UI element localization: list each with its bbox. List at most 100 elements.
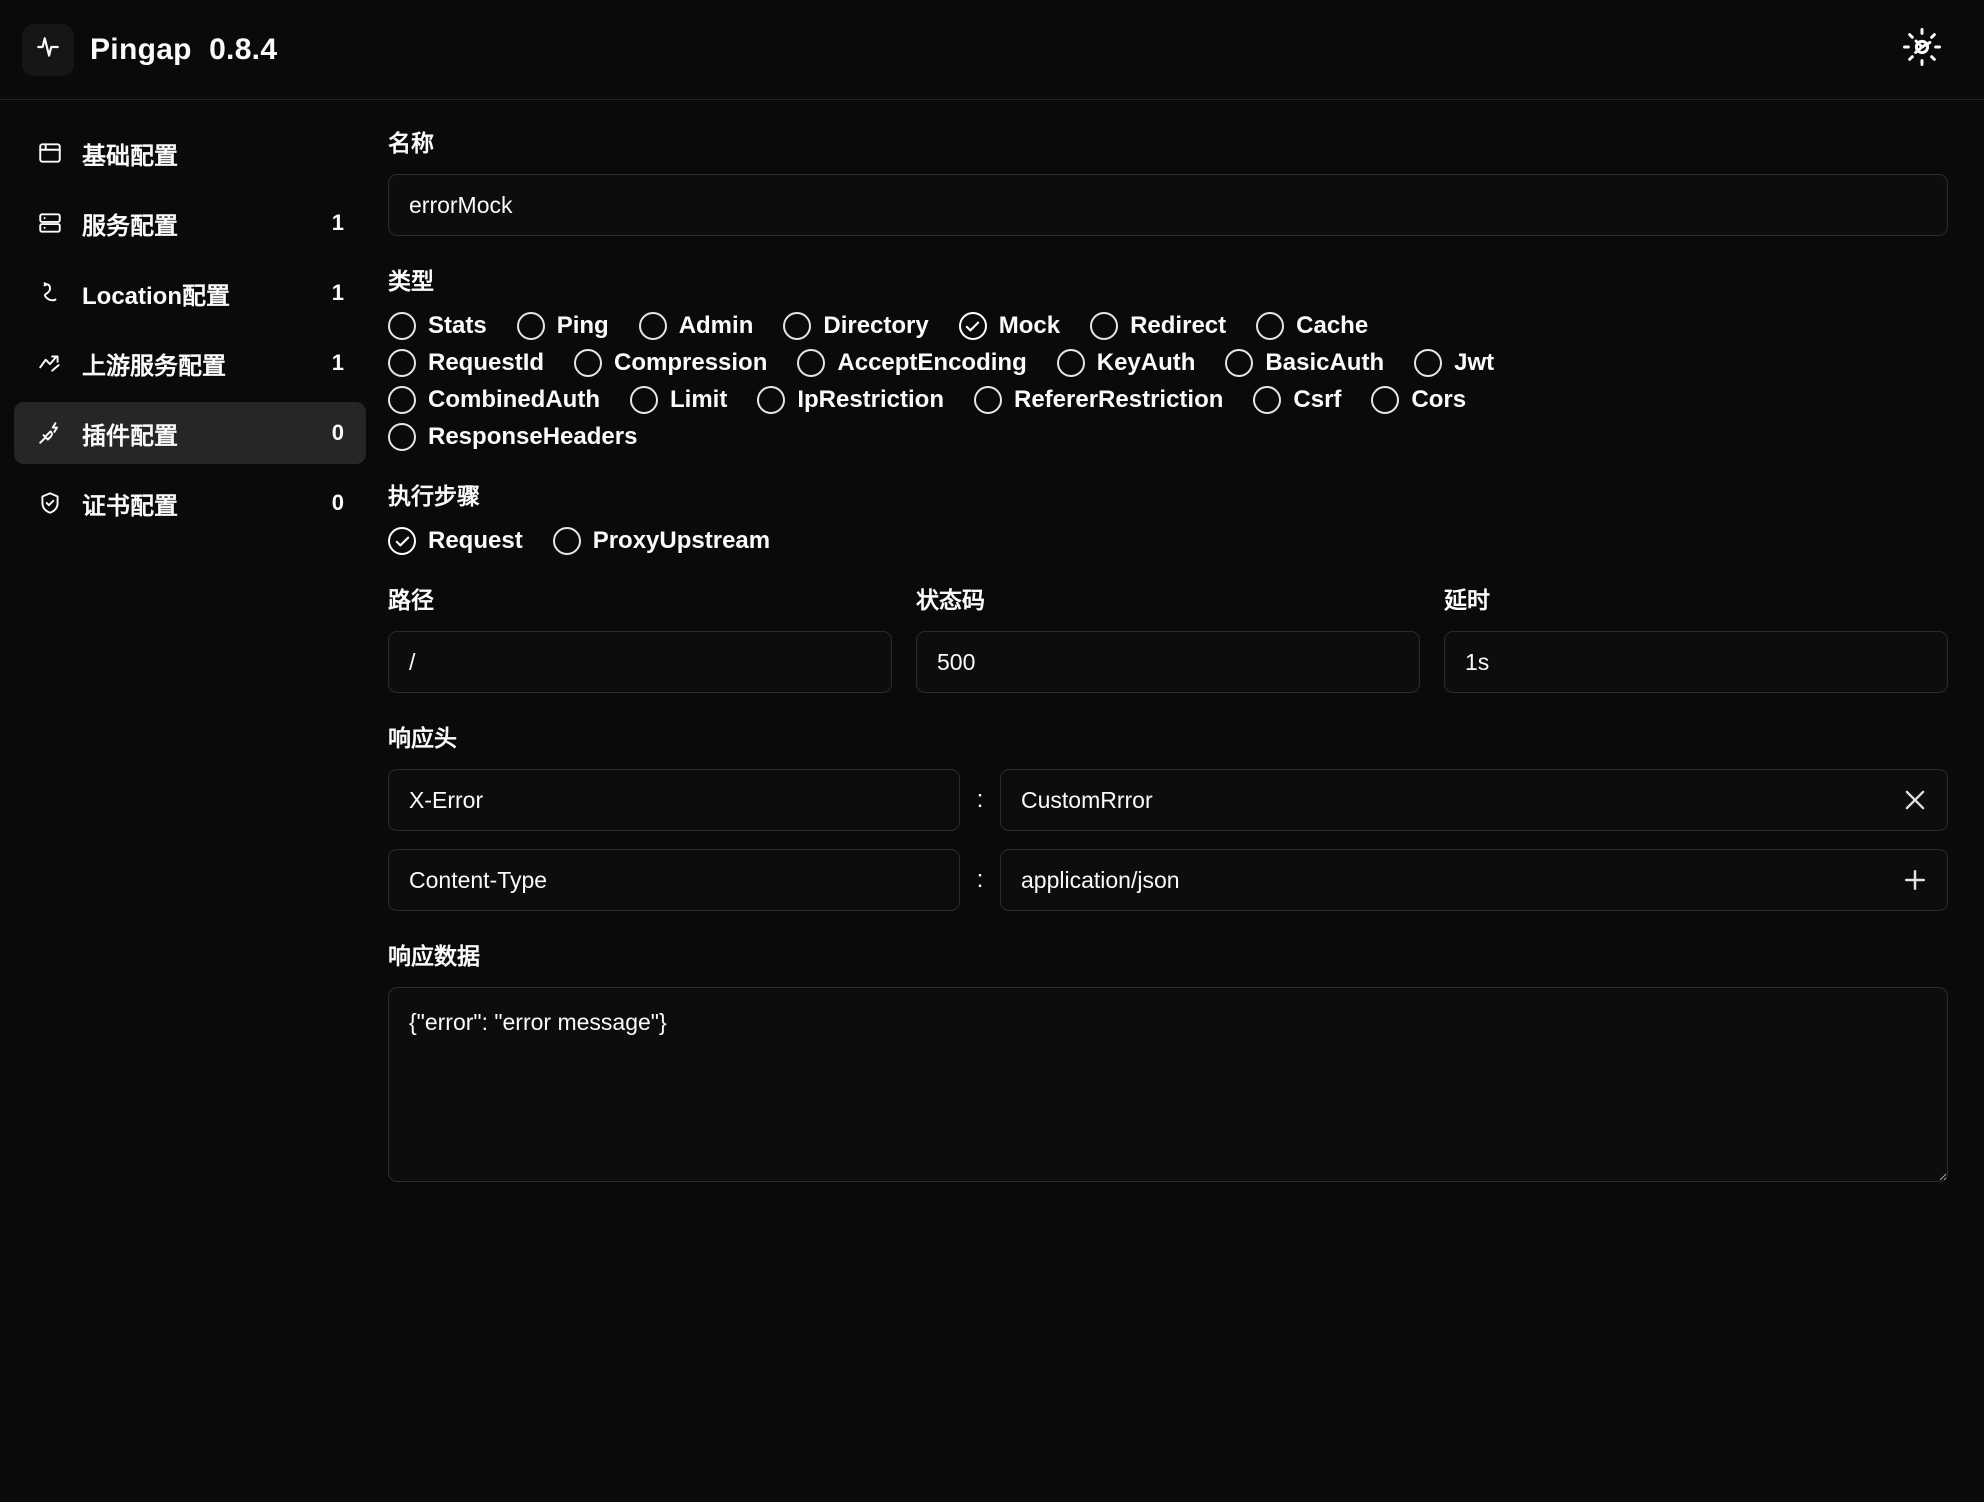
response-data-label: 响应数据	[388, 943, 480, 969]
delay-label: 延时	[1444, 587, 1490, 613]
radio-circle-icon	[638, 312, 667, 340]
step-option-label: Request	[428, 527, 523, 554]
sidebar-item-upstream-config[interactable]: 上游服务配置 1	[14, 332, 366, 394]
response-data-textarea[interactable]	[388, 987, 1948, 1182]
name-field-group: 名称	[388, 124, 1948, 236]
server-icon	[36, 209, 64, 237]
step-option-request[interactable]: Request	[388, 527, 523, 555]
step-radio-group: Request ProxyUpstream	[388, 527, 1948, 555]
type-option-compression[interactable]: Compression	[574, 349, 767, 377]
header-key-input[interactable]	[388, 769, 960, 831]
type-option-acceptencoding[interactable]: AcceptEncoding	[797, 349, 1027, 377]
response-headers-label: 响应头	[388, 725, 457, 751]
type-option-label: Cache	[1296, 312, 1369, 339]
header-value-input[interactable]	[1000, 769, 1948, 831]
app-header: Pingap 0.8.4	[0, 0, 1984, 100]
type-option-keyauth[interactable]: KeyAuth	[1056, 349, 1195, 377]
status-label: 状态码	[916, 587, 985, 613]
name-label: 名称	[388, 130, 434, 156]
header-separator: :	[976, 866, 984, 893]
type-option-combinedauth[interactable]: CombinedAuth	[388, 386, 600, 414]
name-input[interactable]	[388, 174, 1948, 236]
radio-circle-icon	[388, 423, 416, 451]
sidebar-item-location-config[interactable]: Location配置 1	[14, 262, 366, 324]
status-field-group: 状态码	[916, 581, 1420, 693]
sidebar-item-plugin-config[interactable]: 插件配置 0	[14, 402, 366, 464]
type-radio-row: RequestId Compression AcceptEncoding Key…	[388, 349, 1948, 377]
radio-circle-icon	[1090, 312, 1119, 340]
radio-circle-icon	[1256, 312, 1285, 340]
type-option-iprestriction[interactable]: IpRestriction	[757, 386, 944, 414]
type-option-label: AcceptEncoding	[837, 349, 1027, 376]
sidebar-item-label: 服务配置	[82, 212, 178, 240]
step-label: 执行步骤	[388, 483, 480, 509]
sidebar-item-certificate-config[interactable]: 证书配置 0	[14, 472, 366, 534]
trending-up-icon	[36, 349, 64, 377]
type-option-label: CombinedAuth	[428, 386, 600, 413]
sidebar-item-basic-config[interactable]: 基础配置	[14, 122, 366, 184]
sidebar-item-label: 上游服务配置	[82, 352, 226, 380]
app-root: Pingap 0.8.4 基础配置 服务配置 1 Location配置 1 上游…	[0, 0, 1984, 1502]
radio-check-icon	[958, 312, 987, 340]
route-icon	[36, 279, 64, 307]
type-option-label: IpRestriction	[797, 386, 944, 413]
delay-field-group: 延时	[1444, 581, 1948, 693]
header-separator: :	[976, 786, 984, 813]
step-field-group: 执行步骤 Request ProxyUpstream	[388, 477, 1948, 555]
radio-circle-icon	[629, 386, 658, 414]
type-option-label: Redirect	[1130, 312, 1227, 339]
type-option-directory[interactable]: Directory	[783, 312, 929, 340]
type-option-mock[interactable]: Mock	[958, 312, 1060, 340]
delay-input[interactable]	[1444, 631, 1948, 693]
type-radio-group: Stats Ping Admin Directory Mock Redirect…	[388, 312, 1948, 451]
type-option-jwt[interactable]: Jwt	[1414, 349, 1494, 377]
sidebar: 基础配置 服务配置 1 Location配置 1 上游服务配置 1 插件配置 0…	[0, 100, 380, 1502]
type-radio-row: Stats Ping Admin Directory Mock Redirect…	[388, 312, 1948, 340]
type-option-stats[interactable]: Stats	[388, 312, 487, 340]
radio-circle-icon	[516, 312, 545, 340]
type-option-label: Csrf	[1293, 386, 1342, 413]
type-option-redirect[interactable]: Redirect	[1090, 312, 1226, 340]
step-option-proxyupstream[interactable]: ProxyUpstream	[552, 527, 771, 555]
header-key-wrap	[388, 769, 960, 831]
type-radio-row: CombinedAuth Limit IpRestriction Referer…	[388, 386, 1948, 414]
header-key-input[interactable]	[388, 849, 960, 911]
type-option-csrf[interactable]: Csrf	[1253, 386, 1341, 414]
brand: Pingap 0.8.4	[22, 23, 277, 76]
type-radio-row: ResponseHeaders	[388, 423, 1948, 451]
gear-icon	[1901, 26, 1943, 73]
type-option-basicauth[interactable]: BasicAuth	[1225, 349, 1384, 377]
type-option-responseheaders[interactable]: ResponseHeaders	[388, 423, 637, 451]
radio-circle-icon	[797, 349, 826, 377]
radio-circle-icon	[757, 386, 786, 414]
type-option-requestid[interactable]: RequestId	[388, 349, 544, 377]
type-option-admin[interactable]: Admin	[638, 312, 754, 340]
type-option-limit[interactable]: Limit	[629, 386, 727, 414]
sidebar-item-server-config[interactable]: 服务配置 1	[14, 192, 366, 254]
radio-circle-icon	[552, 527, 581, 555]
remove-header-icon[interactable]	[1896, 781, 1934, 819]
settings-button[interactable]	[1896, 24, 1948, 76]
path-input[interactable]	[388, 631, 892, 693]
add-header-icon[interactable]	[1896, 861, 1934, 899]
header-key-wrap	[388, 849, 960, 911]
sidebar-item-count: 1	[331, 210, 344, 235]
app-body: 基础配置 服务配置 1 Location配置 1 上游服务配置 1 插件配置 0…	[0, 100, 1984, 1502]
path-label: 路径	[388, 587, 434, 613]
type-option-ping[interactable]: Ping	[516, 312, 609, 340]
header-value-wrap	[1000, 769, 1948, 831]
type-option-label: Stats	[428, 312, 487, 339]
step-option-label: ProxyUpstream	[592, 527, 771, 554]
type-option-label: Cors	[1411, 386, 1467, 413]
sidebar-item-count: 0	[331, 420, 344, 445]
status-code-input[interactable]	[916, 631, 1420, 693]
type-option-cors[interactable]: Cors	[1371, 386, 1466, 414]
type-option-cache[interactable]: Cache	[1256, 312, 1368, 340]
type-option-refererrestriction[interactable]: RefererRestriction	[974, 386, 1223, 414]
response-headers-group: 响应头 :	[388, 719, 1948, 911]
header-value-input[interactable]	[1000, 849, 1948, 911]
header-row: :	[388, 849, 1948, 911]
type-option-label: Admin	[678, 312, 754, 339]
sidebar-item-label: 基础配置	[82, 142, 178, 170]
response-data-group: 响应数据	[388, 937, 1948, 1187]
